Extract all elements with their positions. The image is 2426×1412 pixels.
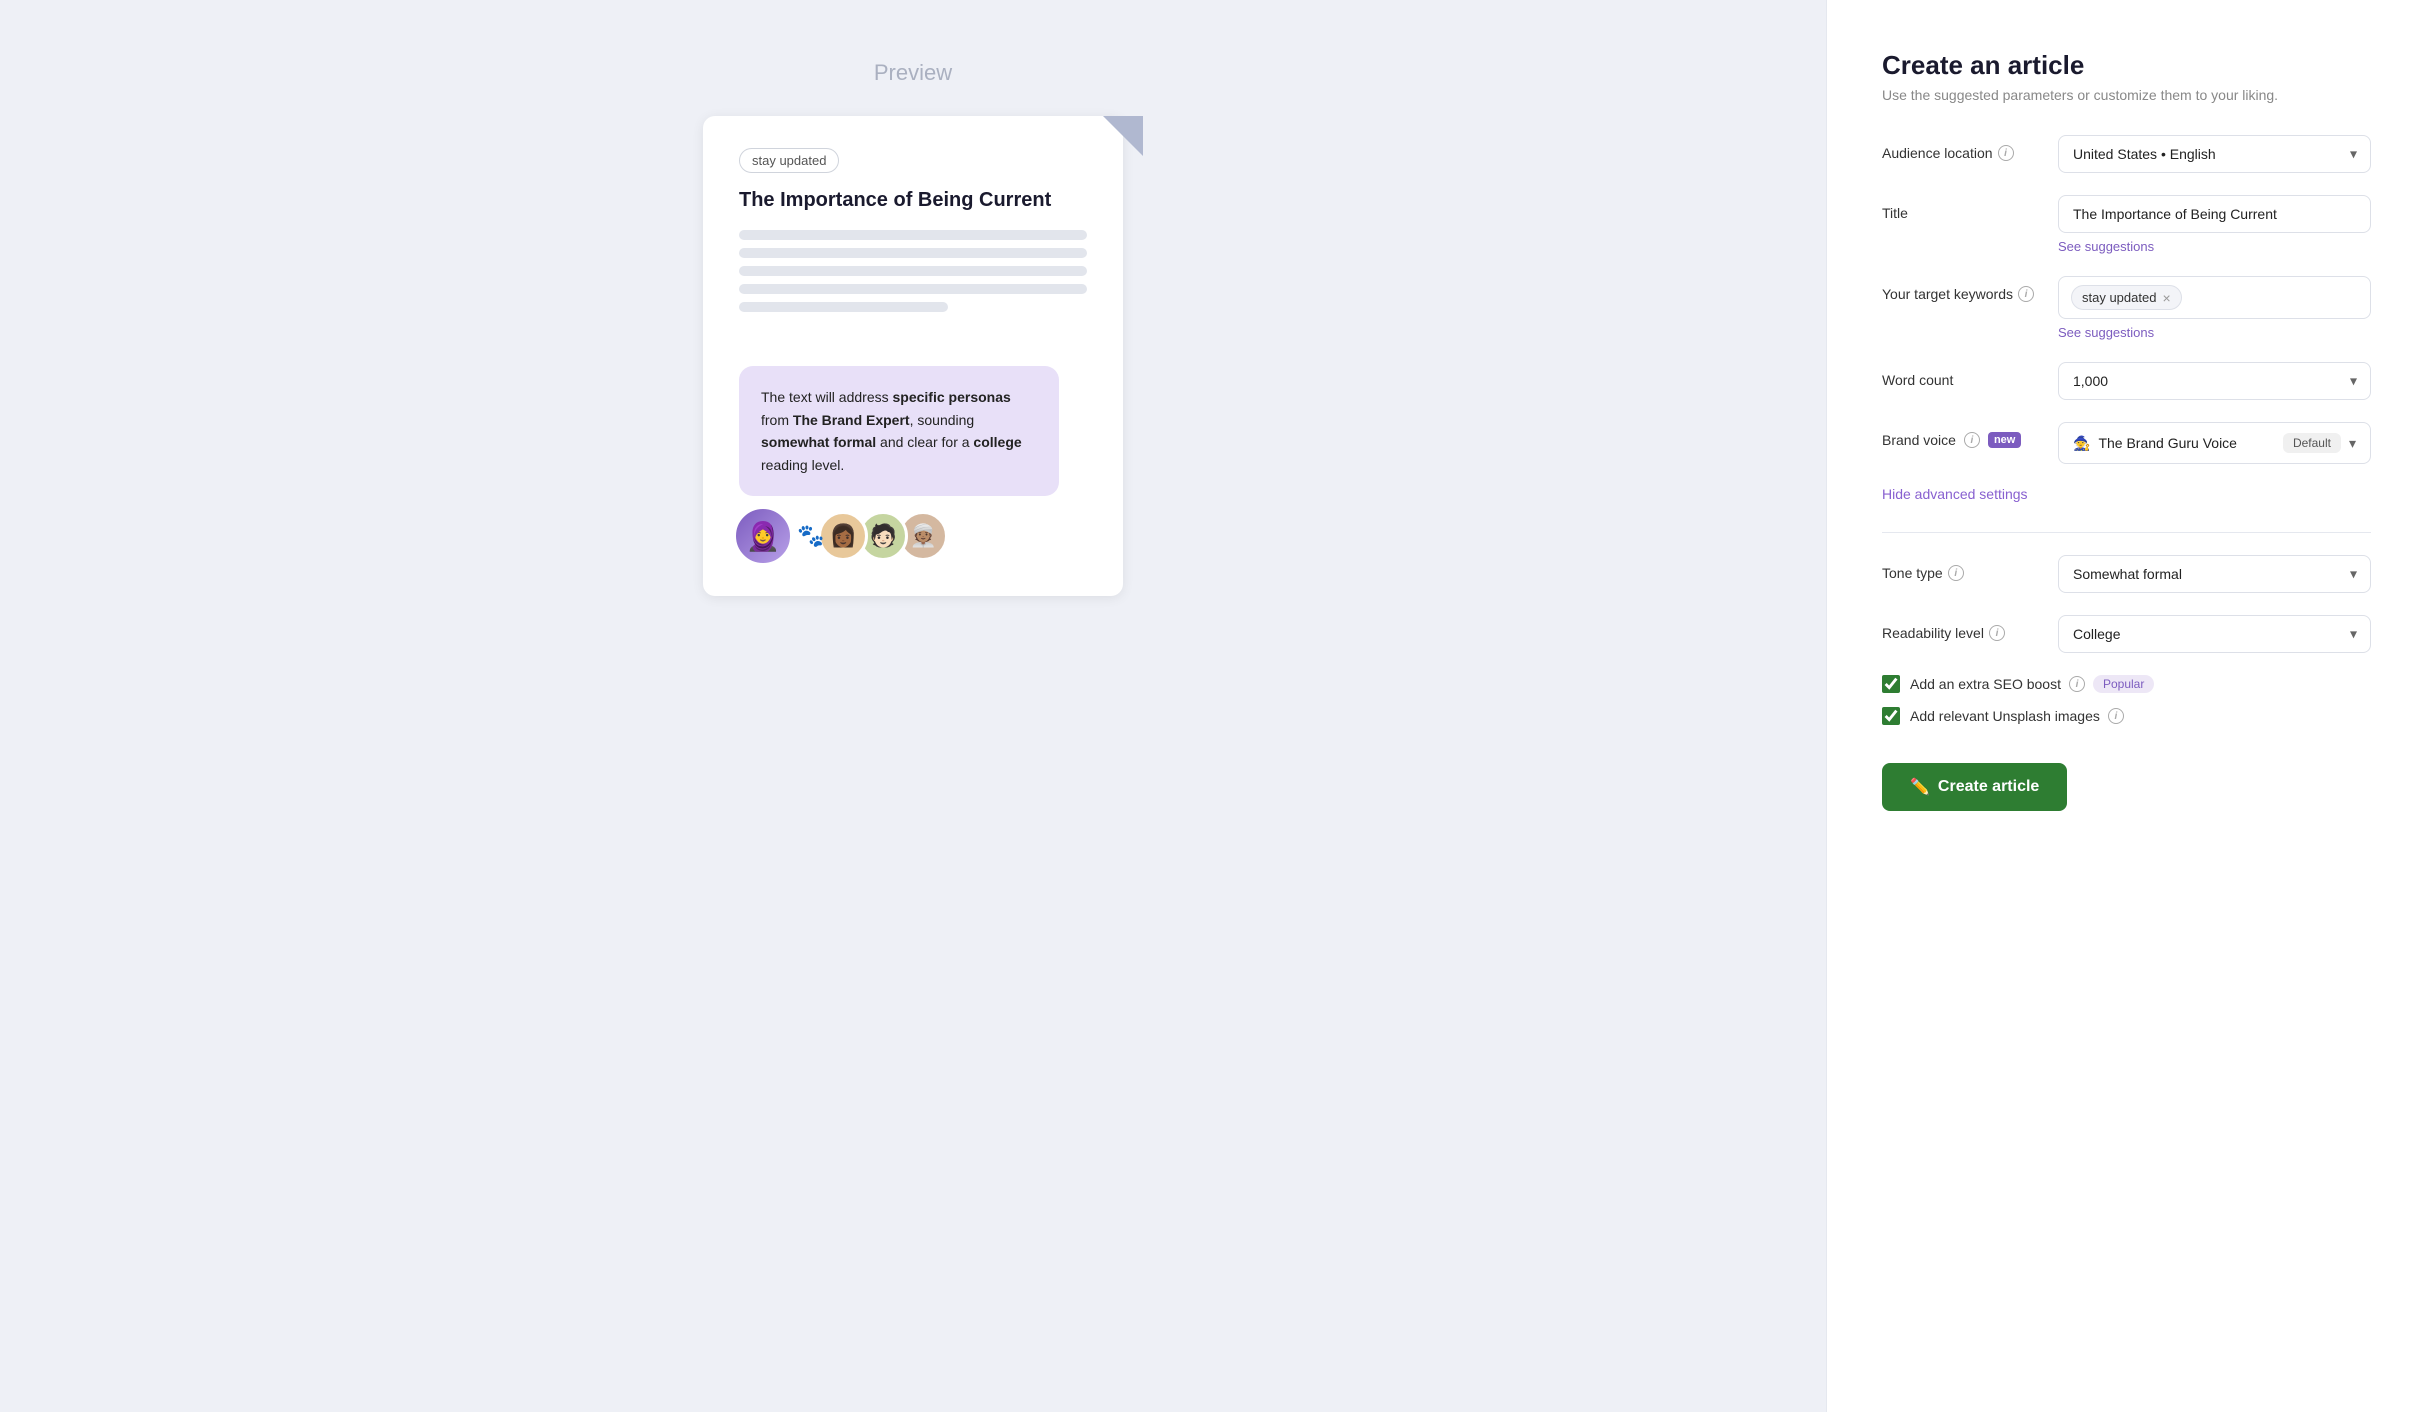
audience-location-select[interactable]: United States • English United Kingdom •… — [2058, 135, 2371, 173]
brand-voice-info-icon[interactable]: i — [1964, 432, 1980, 448]
title-control: See suggestions — [2058, 195, 2371, 254]
title-label: Title — [1882, 195, 2042, 221]
brand-voice-control: 🧙 The Brand Guru Voice Default ▾ — [2058, 422, 2371, 464]
seo-boost-info-icon[interactable]: i — [2069, 676, 2085, 692]
readability-row: Readability level i College High School … — [1882, 615, 2371, 653]
tone-type-control: Somewhat formal Formal Casual Neutral — [2058, 555, 2371, 593]
brand-voice-chevron-icon: ▾ — [2349, 435, 2356, 452]
avatar-main: 🧕 — [733, 506, 793, 566]
seo-boost-row: Add an extra SEO boost i Popular — [1882, 675, 2371, 693]
form-title: Create an article — [1882, 50, 2371, 81]
create-btn-label: Create article — [1938, 778, 2039, 796]
tone-type-row: Tone type i Somewhat formal Formal Casua… — [1882, 555, 2371, 593]
tone-type-select-wrap: Somewhat formal Formal Casual Neutral — [2058, 555, 2371, 593]
unsplash-label: Add relevant Unsplash images i — [1910, 708, 2124, 724]
form-panel: Create an article Use the suggested para… — [1826, 0, 2426, 1412]
brand-voice-new-badge: new — [1988, 432, 2021, 448]
avatars-row: 🧕 🐾 👩🏾 🧑🏻 👳🏽 — [733, 506, 948, 566]
form-subtitle: Use the suggested parameters or customiz… — [1882, 87, 2371, 103]
preview-title: Preview — [874, 60, 952, 86]
fold-corner-decoration — [1103, 116, 1143, 156]
word-count-label: Word count — [1882, 362, 2042, 388]
brand-voice-name: The Brand Guru Voice — [2098, 435, 2237, 451]
avatar-small-1: 👩🏾 — [818, 511, 868, 561]
hide-advanced-link[interactable]: Hide advanced settings — [1882, 486, 2371, 502]
keywords-row: Your target keywords i stay updated × Se… — [1882, 276, 2371, 340]
word-count-select-wrap: 500 1,000 1,500 2,000 — [2058, 362, 2371, 400]
brand-voice-right: Default ▾ — [2283, 433, 2356, 453]
audience-location-row: Audience location i United States • Engl… — [1882, 135, 2371, 173]
brand-voice-label: Brand voice i new — [1882, 422, 2042, 448]
keywords-label: Your target keywords i — [1882, 276, 2042, 302]
keywords-see-suggestions[interactable]: See suggestions — [2058, 325, 2371, 340]
preview-card: stay updated The Importance of Being Cur… — [703, 116, 1123, 596]
speech-bubble: The text will address specific personas … — [739, 366, 1059, 496]
unsplash-row: Add relevant Unsplash images i — [1882, 707, 2371, 725]
title-see-suggestions[interactable]: See suggestions — [2058, 239, 2371, 254]
preview-content-lines — [739, 230, 1087, 312]
unsplash-info-icon[interactable]: i — [2108, 708, 2124, 724]
brand-voice-icon: 🧙 — [2073, 435, 2090, 452]
audience-info-icon[interactable]: i — [1998, 145, 2014, 161]
title-row: Title See suggestions — [1882, 195, 2371, 254]
keyword-tag-stay-updated: stay updated × — [2071, 285, 2182, 310]
preview-line-2 — [739, 248, 1087, 258]
preview-panel: Preview stay updated The Importance of B… — [0, 0, 1826, 1412]
preview-line-5 — [739, 302, 948, 312]
seo-boost-label: Add an extra SEO boost i Popular — [1910, 675, 2154, 693]
advanced-divider — [1882, 532, 2371, 533]
preview-line-3 — [739, 266, 1087, 276]
keywords-control: stay updated × See suggestions — [2058, 276, 2371, 340]
create-btn-icon: ✏️ — [1910, 777, 1930, 797]
tone-type-label: Tone type i — [1882, 555, 2042, 581]
readability-select[interactable]: College High School Middle School Elemen… — [2058, 615, 2371, 653]
keywords-info-icon[interactable]: i — [2018, 286, 2034, 302]
audience-location-control: United States • English United Kingdom •… — [2058, 135, 2371, 173]
create-article-button[interactable]: ✏️ Create article — [1882, 763, 2067, 811]
unsplash-checkbox[interactable] — [1882, 707, 1900, 725]
audience-location-select-wrap: United States • English United Kingdom •… — [2058, 135, 2371, 173]
audience-location-label: Audience location i — [1882, 135, 2042, 161]
word-count-control: 500 1,000 1,500 2,000 — [2058, 362, 2371, 400]
preview-line-4 — [739, 284, 1087, 294]
seo-boost-popular-badge: Popular — [2093, 675, 2154, 693]
arrow-icon: 🐾 — [797, 523, 824, 549]
readability-label: Readability level i — [1882, 615, 2042, 641]
brand-voice-select[interactable]: 🧙 The Brand Guru Voice Default ▾ — [2058, 422, 2371, 464]
readability-info-icon[interactable]: i — [1989, 625, 2005, 641]
keyword-remove-btn[interactable]: × — [2162, 291, 2170, 305]
preview-keyword-tag: stay updated — [739, 148, 839, 173]
keyword-tag-text: stay updated — [2082, 290, 2156, 305]
keywords-input-wrap[interactable]: stay updated × — [2058, 276, 2371, 319]
tone-type-select[interactable]: Somewhat formal Formal Casual Neutral — [2058, 555, 2371, 593]
readability-control: College High School Middle School Elemen… — [2058, 615, 2371, 653]
word-count-row: Word count 500 1,000 1,500 2,000 — [1882, 362, 2371, 400]
brand-voice-left: 🧙 The Brand Guru Voice — [2073, 435, 2237, 452]
seo-boost-checkbox[interactable] — [1882, 675, 1900, 693]
preview-line-1 — [739, 230, 1087, 240]
preview-article-title: The Importance of Being Current — [739, 189, 1087, 212]
readability-select-wrap: College High School Middle School Elemen… — [2058, 615, 2371, 653]
brand-voice-default-badge: Default — [2283, 433, 2341, 453]
brand-voice-row: Brand voice i new 🧙 The Brand Guru Voice… — [1882, 422, 2371, 464]
tone-type-info-icon[interactable]: i — [1948, 565, 1964, 581]
word-count-select[interactable]: 500 1,000 1,500 2,000 — [2058, 362, 2371, 400]
title-input[interactable] — [2058, 195, 2371, 233]
